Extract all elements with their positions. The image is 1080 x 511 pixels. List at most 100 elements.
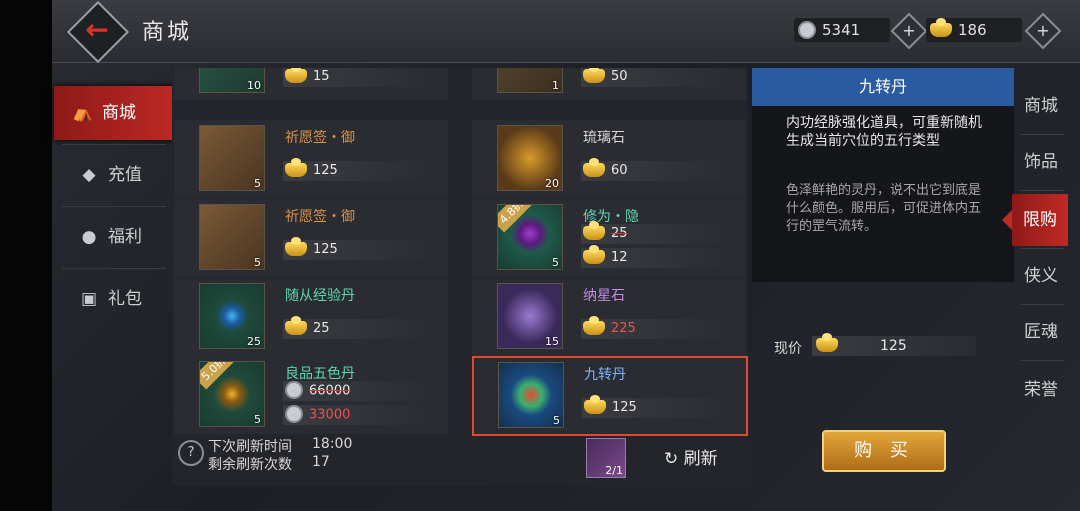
help-button[interactable]: ?: [178, 440, 204, 466]
item-icon: 10: [199, 68, 265, 93]
nine-turn-pill-icon: 5: [498, 362, 564, 428]
gift-icon: ▣: [80, 289, 98, 309]
divider: [1020, 190, 1064, 191]
item-count: 15: [545, 335, 559, 348]
nav-item-recharge[interactable]: ◆ 充值: [60, 150, 164, 200]
shop-item[interactable]: 1 50: [472, 68, 746, 100]
silver-amount: 5341: [822, 21, 861, 39]
price-value: 125: [313, 163, 338, 178]
detail-title: 九转丹: [752, 68, 1014, 106]
discount-badge: 5.0折: [200, 362, 235, 390]
item-name: 良品五色丹: [285, 366, 355, 382]
discount-badge: 4.8折: [498, 205, 533, 233]
item-count: 5: [254, 177, 261, 190]
price-value: 125: [313, 242, 338, 257]
refresh-ticket-icon: 2/1: [586, 438, 626, 478]
item-name: 祈愿签・御: [285, 130, 355, 146]
nav-label: 充值: [108, 165, 142, 185]
shop-item[interactable]: 4.8折 5 修为・隐 25 12: [472, 199, 746, 277]
refresh-label: 刷新: [683, 449, 718, 469]
buy-button[interactable]: 购 买: [822, 430, 946, 472]
plus-icon: +: [1036, 21, 1050, 40]
item-count: 5: [254, 413, 261, 426]
item-count: 20: [545, 177, 559, 190]
item-name: 祈愿签・御: [285, 209, 355, 225]
gold-amount: 186: [958, 21, 987, 39]
remaining-refresh-label: 剩余刷新次数: [208, 457, 292, 473]
item-price: 125: [283, 157, 433, 181]
item-count: 5: [552, 256, 559, 269]
remaining-refresh-count: 17: [312, 454, 330, 470]
item-count: 1: [552, 79, 559, 92]
item-name: 纳星石: [583, 288, 625, 304]
nav-item-gift[interactable]: ▣ 礼包: [60, 274, 164, 324]
shop-item[interactable]: 20 琉璃石 60: [472, 120, 746, 198]
gold-ingot-icon: [816, 333, 838, 352]
divider: [62, 206, 166, 207]
item-price: 125: [283, 236, 433, 260]
price-value: 60: [611, 163, 628, 178]
gold-currency: 186: [926, 17, 1022, 42]
shop-item-selected[interactable]: 5 九转丹 125: [472, 356, 748, 436]
tab-honor[interactable]: 荣誉: [1016, 364, 1066, 416]
gold-ingot-icon: [285, 236, 307, 256]
item-name: 随从经验丹: [285, 288, 355, 304]
shop-item[interactable]: 5 祈愿签・御 125: [174, 120, 448, 198]
silver-coin-icon: [285, 405, 303, 423]
item-count: 5: [553, 414, 560, 427]
item-name: 九转丹: [584, 367, 626, 383]
price-value: 12: [611, 250, 628, 265]
exp-pill-icon: 25: [199, 283, 265, 349]
item-name: 琉璃石: [583, 130, 625, 146]
divider: [62, 144, 166, 145]
refresh-button[interactable]: ↻ 刷新: [664, 444, 718, 469]
plus-icon: +: [902, 21, 916, 40]
gold-ingot-icon: [285, 315, 307, 335]
glaze-stone-icon: 20: [497, 125, 563, 191]
tab-chivalry[interactable]: 侠义: [1016, 250, 1066, 302]
silver-currency: 5341: [794, 18, 890, 42]
item-old-price: 25: [581, 220, 731, 244]
five-color-pill-icon: 5.0折 5: [199, 361, 265, 427]
gold-ingot-icon: [583, 244, 605, 264]
item-count: 10: [247, 79, 261, 92]
item-price: 12: [581, 244, 731, 268]
item-count: 25: [247, 335, 261, 348]
shop-item[interactable]: 15 纳星石 225: [472, 278, 746, 356]
tab-limited[interactable]: 限购: [1002, 194, 1068, 246]
cultivation-orb-icon: 4.8折 5: [497, 204, 563, 270]
tab-craft-soul[interactable]: 匠魂: [1016, 306, 1066, 358]
nav-item-welfare[interactable]: ● 福利: [60, 212, 164, 262]
next-refresh-time: 18:00: [312, 436, 353, 452]
price-value: 125: [612, 400, 637, 415]
shop-item[interactable]: 10 15: [174, 68, 448, 100]
item-price: 125: [582, 394, 732, 418]
gold-ingot-icon: [583, 157, 605, 177]
prayer-slip-icon: 5: [199, 125, 265, 191]
shop-item[interactable]: 25 随从经验丹 25: [174, 278, 448, 356]
gold-ingot-icon: [930, 17, 952, 37]
price-value: 25: [313, 321, 330, 336]
gold-ingot-icon: [285, 68, 307, 83]
divider: [1020, 360, 1064, 361]
item-price: 33000: [283, 405, 433, 425]
item-price: 50: [581, 68, 731, 87]
tab-accessories[interactable]: 饰品: [1016, 136, 1066, 188]
item-price: 25: [283, 315, 433, 339]
shop-item[interactable]: 5 祈愿签・御 125: [174, 199, 448, 277]
next-refresh-label: 下次刷新时间: [208, 439, 292, 455]
current-price: 125: [812, 333, 976, 356]
shop-item[interactable]: 5.0折 5 良品五色丹 66000 33000: [174, 356, 448, 434]
gold-ingot-icon: [583, 68, 605, 83]
price-value: 33000: [309, 407, 351, 423]
ticket-count: 2/1: [605, 464, 623, 477]
detail-description: 色泽鲜艳的灵丹，说不出它到底是什么颜色。服用后，可促进体内五行的罡气流转。: [786, 183, 982, 234]
item-list[interactable]: 10 15 1 50 5 祈愿签・御 125 20 琉璃石 60 5 祈愿签・御…: [172, 68, 748, 486]
nav-item-shop[interactable]: ⛺ 商城: [54, 86, 194, 140]
prayer-slip-icon: 5: [199, 204, 265, 270]
tab-shop[interactable]: 商城: [1016, 80, 1066, 132]
page-title: 商城: [142, 20, 193, 45]
price-value: 15: [313, 69, 330, 84]
nav-label: 福利: [108, 227, 142, 247]
screen-edge: [0, 0, 52, 511]
